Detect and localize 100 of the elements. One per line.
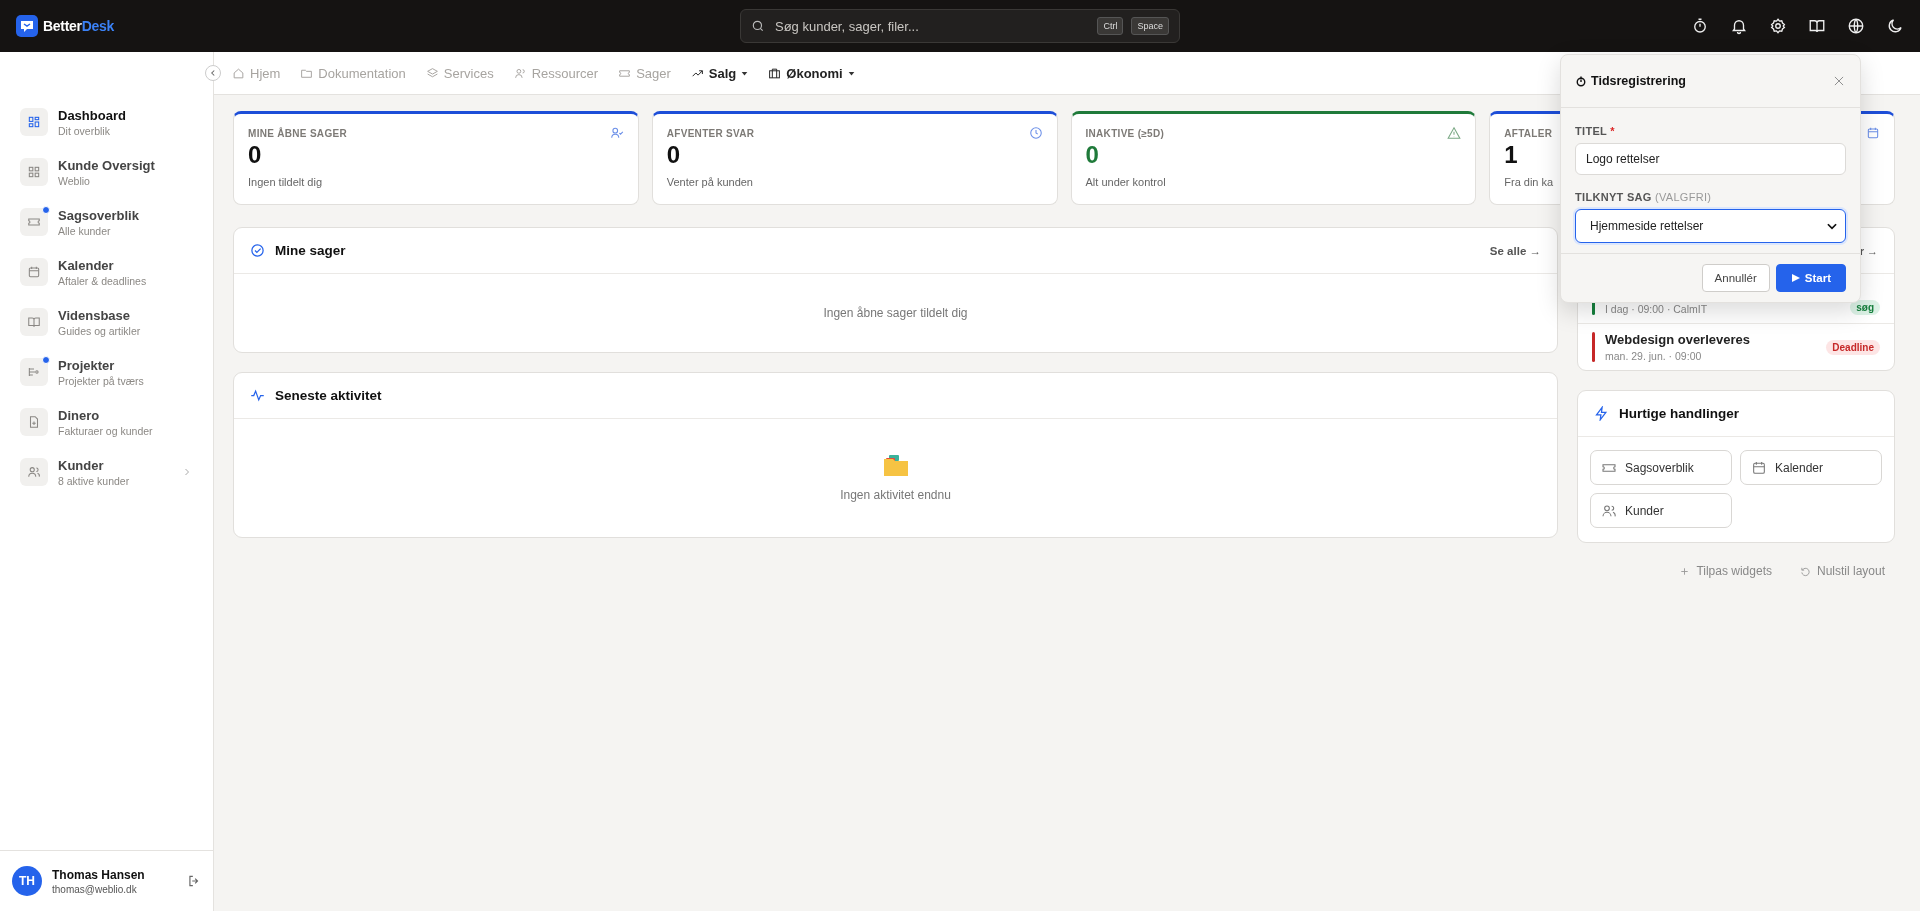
case-select[interactable]: Hjemmeside rettelser [1575, 209, 1846, 243]
card-title: Mine sager [275, 243, 346, 258]
dialog-title: Tidsregistrering [1591, 74, 1687, 88]
play-icon [1790, 273, 1801, 283]
shortcut-key: Space [1131, 17, 1169, 35]
plus-icon [1679, 565, 1691, 577]
stat-value: 0 [248, 142, 262, 168]
item-subtitle: Dit overblik [58, 124, 111, 137]
logo-icon [16, 15, 38, 37]
quick-action-button[interactable]: Sagsoverblik [1590, 450, 1732, 485]
sidebar-item[interactable]: Kunder 8 aktive kunder [0, 452, 213, 492]
search-input[interactable]: Søg kunder, sager, filer... [773, 17, 1090, 35]
calendar-icon [1751, 459, 1767, 476]
item-subtitle: Projekter på tværs [58, 374, 145, 387]
clock-icon [1028, 126, 1043, 140]
check-circle-icon [250, 243, 265, 258]
item-title: Dinero [58, 407, 101, 423]
item-title: Sagsoverblik [58, 207, 140, 223]
event-tag: søg [1850, 300, 1880, 315]
calendar-icon [1866, 126, 1880, 140]
item-title: Dashboard [58, 107, 127, 123]
stat-value: 0 [666, 142, 681, 168]
user-email: thomas@weblio.dk [52, 883, 138, 895]
card-title: Hurtige handlinger [1619, 406, 1739, 421]
stat-caption: Ingen tildelt dig [248, 176, 322, 188]
cancel-button[interactable]: Annullér [1701, 264, 1770, 292]
empty-message: Ingen aktivitet endnu [840, 488, 951, 502]
title-input[interactable]: Logo rettelser [1575, 143, 1846, 175]
stat-value: 0 [1085, 142, 1099, 168]
quick-action-button[interactable]: Kalender [1740, 450, 1882, 485]
item-title: Kunder [58, 457, 105, 473]
building-icon [768, 66, 782, 80]
event-meta: man. 29. jun. · 09:00 [1605, 350, 1703, 362]
field-label: TILKNYT SAG (VALGFRI) [1575, 191, 1713, 203]
quick-action-button[interactable]: Kunder [1590, 493, 1732, 528]
activity-icon [250, 388, 265, 403]
sidebar-item[interactable]: Sagsoverblik Alle kunder [0, 202, 213, 242]
caret-icon [741, 69, 749, 77]
event-title: Webdesign overleveres [1605, 332, 1751, 347]
stat-caption: Fra din ka [1504, 176, 1554, 188]
settings-icon[interactable] [1769, 17, 1787, 35]
users-icon [1601, 502, 1617, 519]
sidebar-item[interactable]: Vidensbase Guides og artikler [0, 302, 213, 342]
stat-caption: Venter på kunden [666, 176, 753, 188]
sidebar-item[interactable]: Projekter Projekter på tværs [0, 352, 213, 392]
users-icon [27, 465, 41, 479]
search-icon [751, 19, 765, 33]
book-icon[interactable] [1808, 17, 1826, 35]
logo-text: BetterDesk [43, 18, 114, 34]
item-title: Kalender [58, 257, 115, 273]
stat-label: AFTALER [1504, 127, 1553, 139]
file-plus-icon [27, 415, 41, 429]
start-button[interactable]: Start [1775, 264, 1846, 292]
user-check-icon [609, 126, 624, 140]
timer-icon[interactable] [1691, 17, 1709, 35]
bell-icon[interactable] [1730, 17, 1748, 35]
stat-label: MINE ÅBNE SAGER [248, 127, 347, 139]
shortcut-key: Ctrl [1097, 17, 1124, 35]
folder-icon [882, 454, 909, 478]
stat-caption: Alt under kontrol [1085, 176, 1166, 188]
warning-icon [1447, 126, 1462, 140]
see-all-link[interactable]: Se alle → [1489, 244, 1541, 257]
logout-icon[interactable] [187, 874, 201, 888]
card-title: Seneste aktivitet [275, 388, 382, 403]
event-tag: Deadline [1826, 339, 1880, 355]
sidebar-item[interactable]: Dashboard Dit overblik [0, 102, 213, 142]
stat-label: AFVENTER SVAR [666, 127, 755, 139]
user-name: Thomas Hansen [52, 867, 146, 882]
item-subtitle: Alle kunder [58, 224, 112, 237]
grid-icon [27, 165, 41, 179]
item-title: Projekter [58, 357, 116, 373]
search-field[interactable]: Søg kunder, sager, filer... Ctrl Space [740, 9, 1180, 43]
nav-link[interactable]: Salg [690, 65, 749, 81]
calendar-icon [27, 265, 41, 279]
see-all-link[interactable]: r → [1859, 244, 1878, 257]
field-label: TITEL * [1575, 125, 1616, 137]
nav-link[interactable]: Økonomi [768, 65, 855, 81]
sidebar-item[interactable]: Kalender Aftaler & deadlines [0, 252, 213, 292]
empty-message: Ingen åbne sager tildelt dig [823, 306, 968, 320]
globe-icon[interactable] [1847, 17, 1865, 35]
item-subtitle: Fakturaer og kunder [58, 424, 154, 437]
users-icon [513, 66, 527, 80]
sidebar-item[interactable]: Dinero Fakturaer og kunder [0, 402, 213, 442]
item-subtitle: Aftaler & deadlines [58, 274, 148, 287]
event-meta: I dag · 09:00 · CalmIT [1605, 303, 1709, 315]
sidebar-item[interactable]: Kunde Oversigt Weblio [0, 152, 213, 192]
layers-icon [425, 66, 439, 80]
item-title: Kunde Oversigt [58, 157, 156, 173]
moon-icon[interactable] [1886, 17, 1904, 35]
item-subtitle: Guides og artikler [58, 324, 142, 337]
close-icon[interactable] [1832, 74, 1846, 88]
avatar: TH [12, 866, 42, 896]
item-title: Vidensbase [58, 307, 132, 323]
book-icon [27, 315, 41, 329]
ticket-icon [27, 215, 41, 229]
stat-label: INAKTIVE (≥5D) [1085, 127, 1165, 139]
flow-icon [27, 365, 41, 379]
item-subtitle: Weblio [58, 174, 91, 187]
home-icon [232, 66, 245, 80]
reset-icon [1799, 565, 1811, 577]
